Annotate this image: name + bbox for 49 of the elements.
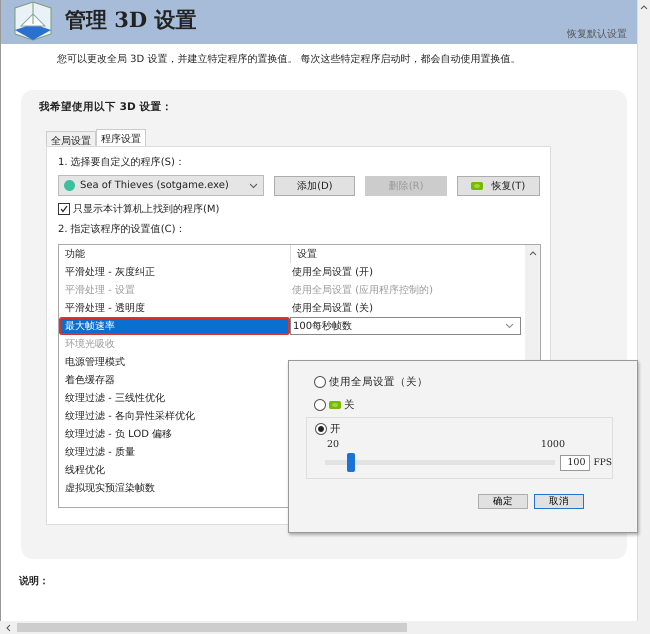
intro-text: 您可以更改全局 3D 设置，并建立特定程序的置换值。 每次这些特定程序启动时，都会自动使用置换值。: [57, 54, 521, 65]
fps-input[interactable]: 100: [560, 454, 590, 470]
slider-min-label: 20: [327, 439, 340, 450]
restore-defaults-link[interactable]: 恢复默认设置: [567, 27, 627, 41]
feature-cell[interactable]: 虚拟现实预渲染帧数: [59, 479, 290, 497]
feature-cell[interactable]: 纹理过滤 - 各向异性采样优化: [59, 407, 290, 425]
radio-option[interactable]: 使用全局设置（关）: [314, 375, 622, 389]
radio-option[interactable]: 关: [314, 398, 622, 412]
slider-max-label: 1000: [540, 439, 565, 450]
feature-cell[interactable]: 最大帧速率: [59, 317, 290, 335]
dialog-button[interactable]: 取消: [534, 494, 584, 509]
panel-title: 我希望使用以下 3D 设置：: [39, 101, 172, 113]
radio-button[interactable]: [314, 376, 326, 388]
step-label: 2. 指定该程序的设置值(C)：: [58, 222, 187, 236]
setting-dropdown[interactable]: 100每秒帧数: [290, 317, 521, 335]
column-header: 功能: [64, 248, 86, 262]
scroll-thumb[interactable]: [17, 623, 407, 632]
feature-cell[interactable]: 线程优化: [59, 461, 290, 479]
feature-cell[interactable]: 电源管理模式: [59, 353, 290, 371]
description-label: 说明：: [19, 576, 49, 587]
tab[interactable]: 程序设置: [96, 129, 146, 146]
checkbox[interactable]: [58, 203, 70, 215]
scroll-left-icon: [6, 624, 11, 632]
radio-button[interactable]: [314, 399, 326, 411]
chevron-down-icon: [249, 182, 258, 188]
slider-thumb[interactable]: [347, 453, 356, 472]
feature-cell[interactable]: 平滑处理 - 透明度: [59, 299, 290, 317]
feature-cell[interactable]: 平滑处理 - 灰度纠正: [59, 263, 290, 281]
setting-cell-text: 使用全局设置 (开): [291, 266, 374, 280]
scroll-up-icon: [640, 5, 648, 10]
dialog-button[interactable]: 确定: [478, 494, 528, 509]
feature-cell[interactable]: 纹理过滤 - 负 LOD 偏移: [59, 425, 290, 443]
tab[interactable]: 全局设置: [46, 131, 96, 146]
feature-cell[interactable]: 纹理过滤 - 三线性优化: [59, 389, 290, 407]
step-label: 1. 选择要自定义的程序(S)：: [58, 156, 186, 169]
chevron-down-icon: [505, 323, 514, 329]
setting-cell-text: 使用全局设置 (应用程序控制的): [291, 284, 434, 298]
page-title: 管理 3D 设置: [65, 6, 196, 34]
program-button[interactable]: 恢复(T): [456, 176, 540, 196]
setting-cell-text: 使用全局设置 (关): [291, 302, 374, 316]
checkbox-label: 只显示本计算机上找到的程序(M): [73, 202, 220, 216]
program-button[interactable]: 添加(D): [274, 176, 356, 196]
feature-cell[interactable]: 纹理过滤 - 质量: [59, 443, 290, 461]
feature-cell[interactable]: 着色缓存器: [59, 371, 290, 389]
unit-label: FPS: [594, 458, 612, 468]
program-dropdown[interactable]: Sea of Thieves (sotgame.exe): [58, 175, 264, 196]
radio-button[interactable]: [315, 423, 327, 435]
scroll-up-icon: [528, 251, 536, 256]
radio-option[interactable]: 开: [315, 422, 612, 436]
